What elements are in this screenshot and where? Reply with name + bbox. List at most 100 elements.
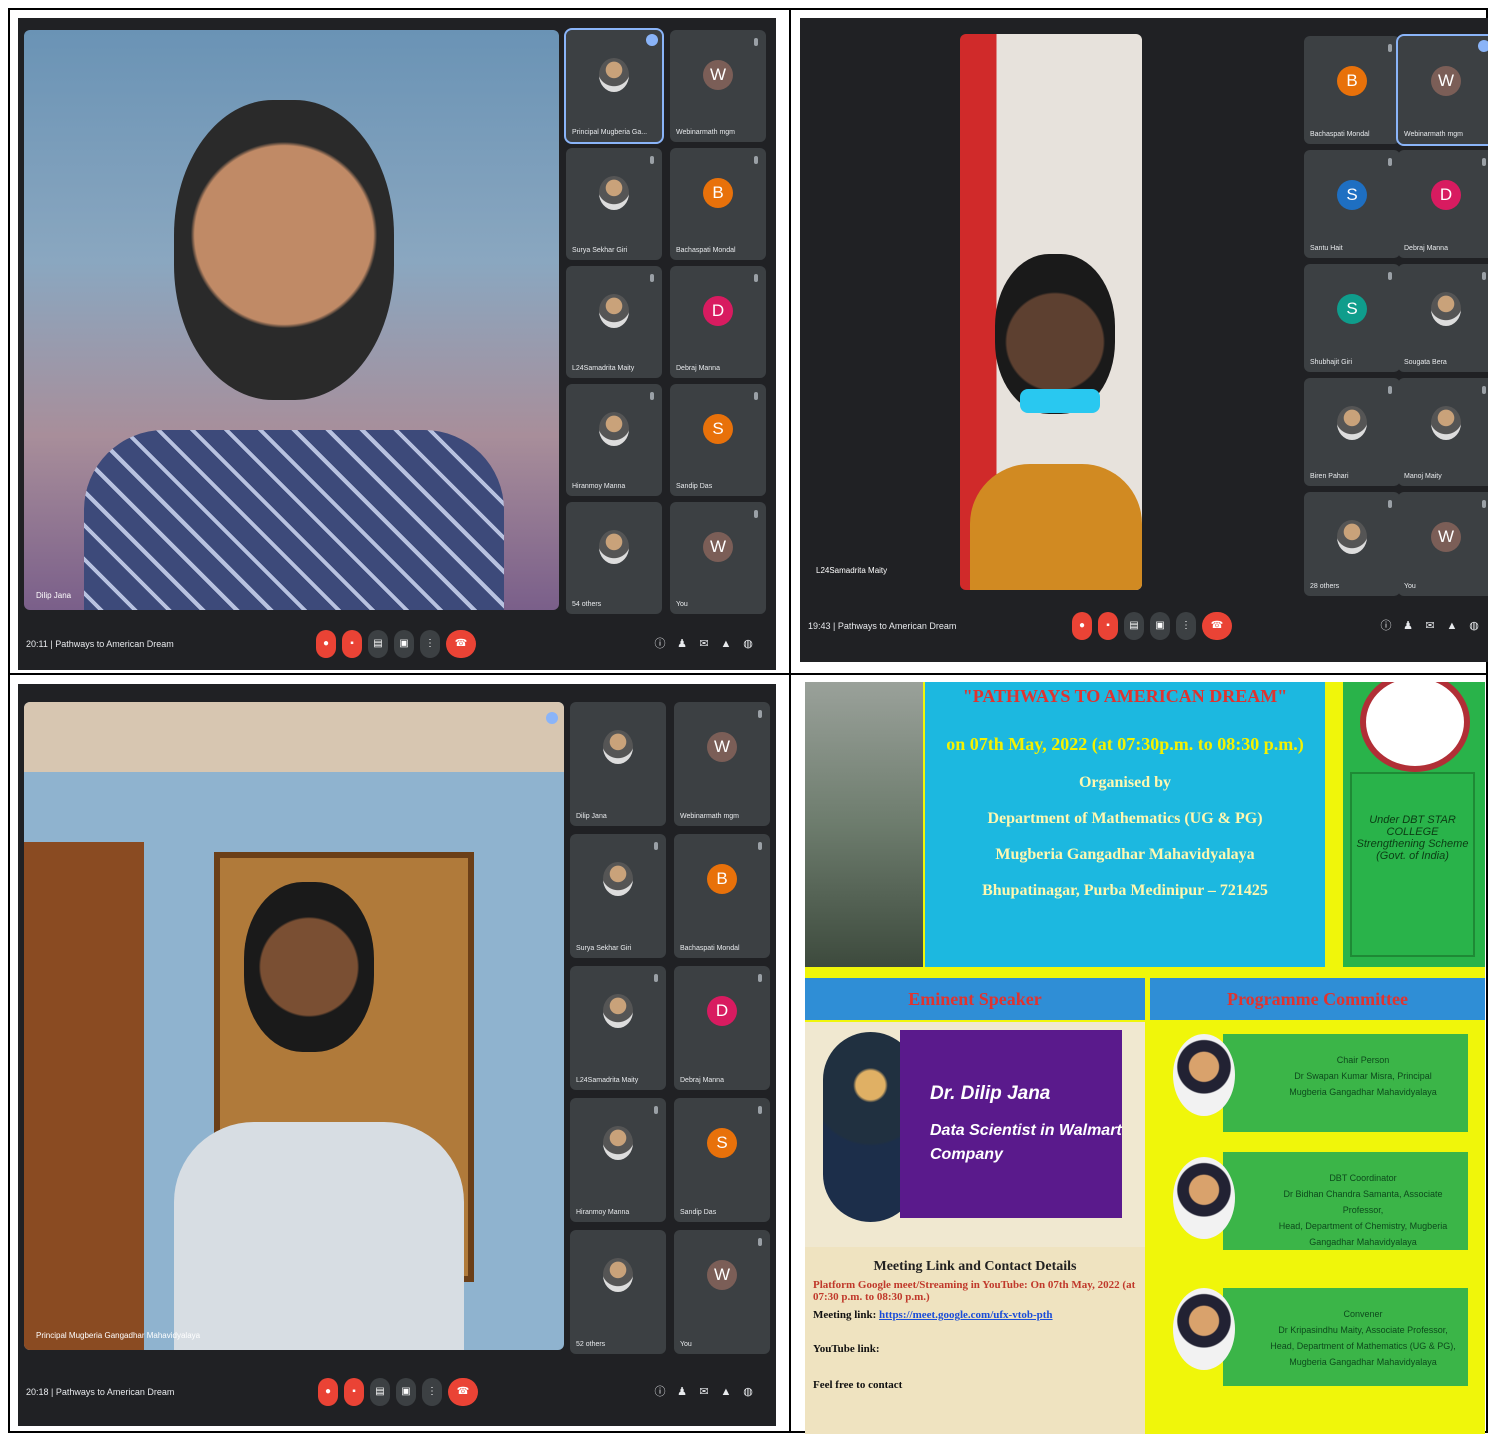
meeting-link-row: Meeting link: https://meet.google.com/uf…: [813, 1309, 1053, 1321]
captions-button[interactable]: ▤: [370, 1378, 390, 1406]
participant-tile[interactable]: W You: [670, 502, 766, 614]
platform-text: Platform Google meet/Streaming in YouTub…: [813, 1279, 1136, 1303]
call-controls: ● ▪ ▤ ▣ ⋮ ☎: [318, 1378, 478, 1406]
participant-photo: [1337, 406, 1367, 440]
mic-off-icon: [654, 1106, 658, 1114]
mic-off-icon: [758, 1238, 762, 1246]
meet-panel-top-right: L24Samadrita Maity B Bachaspati Mondal WW…: [800, 18, 1488, 662]
camera-toggle-button[interactable]: ▪: [342, 630, 362, 658]
participant-tile[interactable]: Surya Sekhar Giri: [570, 834, 666, 958]
participant-tile[interactable]: L24Samadrita Maity: [566, 266, 662, 378]
meeting-link[interactable]: https://meet.google.com/ufx-vtob-pth: [879, 1309, 1053, 1321]
participant-tile[interactable]: S Sandip Das: [670, 384, 766, 496]
main-speaker-video: Principal Mugberia Gangadhar Mahavidyala…: [24, 702, 564, 1350]
participant-avatar: W: [703, 532, 733, 562]
mic-off-icon: [1388, 158, 1392, 166]
mic-off-icon: [1388, 44, 1392, 52]
participant-tile[interactable]: S Shubhajit Giri: [1304, 264, 1400, 372]
participant-tile[interactable]: 54 others: [566, 502, 662, 614]
host-controls-icon[interactable]: ◍: [742, 637, 754, 651]
participant-tile[interactable]: Dilip Jana: [570, 702, 666, 826]
mic-toggle-button[interactable]: ●: [1072, 612, 1092, 640]
participant-tile[interactable]: Principal Mugberia Ga...: [564, 28, 664, 144]
activities-icon[interactable]: ▲: [720, 637, 732, 651]
participant-tile[interactable]: B Bachaspati Mondal: [670, 148, 766, 260]
participant-tile[interactable]: Manoj Maity: [1398, 378, 1488, 486]
participant-tile[interactable]: D Debraj Manna: [670, 266, 766, 378]
participant-tile[interactable]: Surya Sekhar Giri: [566, 148, 662, 260]
chat-icon[interactable]: ✉: [1424, 619, 1436, 633]
speaker-name: Dilip Jana: [36, 591, 72, 600]
speaker-name: Dr. Dilip Jana: [930, 1083, 1051, 1104]
pin-icon[interactable]: [646, 34, 658, 46]
activities-icon[interactable]: ▲: [1446, 619, 1458, 633]
participant-tile[interactable]: D Debraj Manna: [1398, 150, 1488, 258]
mic-toggle-button[interactable]: ●: [318, 1378, 338, 1406]
host-controls-icon[interactable]: ◍: [742, 1385, 754, 1399]
captions-button[interactable]: ▤: [368, 630, 388, 658]
meeting-time-title: 19:43 | Pathways to American Dream: [808, 621, 957, 631]
camera-toggle-button[interactable]: ▪: [1098, 612, 1118, 640]
people-icon[interactable]: ♟: [676, 637, 688, 651]
speaker-card: Dr. Dilip Jana Data Scientist in Walmart…: [900, 1030, 1122, 1218]
participant-photo: [599, 294, 629, 328]
more-options-button[interactable]: ⋮: [420, 630, 440, 658]
youtube-link-label: YouTube link:: [813, 1343, 880, 1355]
speaker-name: Principal Mugberia Gangadhar Mahavidyala…: [36, 1331, 201, 1340]
participant-tile[interactable]: 52 others: [570, 1230, 666, 1354]
participant-tile[interactable]: Hiranmoy Manna: [570, 1098, 666, 1222]
leave-call-button[interactable]: ☎: [446, 630, 476, 658]
participant-photo: [1431, 406, 1461, 440]
more-options-button[interactable]: ⋮: [1176, 612, 1196, 640]
info-icon[interactable]: ⓘ: [1380, 619, 1392, 633]
participant-tile[interactable]: S Santu Hait: [1304, 150, 1400, 258]
mic-off-icon: [650, 392, 654, 400]
participant-tile[interactable]: W Webinarmath mgm: [1396, 34, 1488, 146]
speaker-figure: [244, 882, 374, 1052]
mic-off-icon: [1482, 500, 1486, 508]
camera-toggle-button[interactable]: ▪: [344, 1378, 364, 1406]
participant-tile[interactable]: D Debraj Manna: [674, 966, 770, 1090]
people-icon[interactable]: ♟: [676, 1385, 688, 1399]
participant-tile[interactable]: S Sandip Das: [674, 1098, 770, 1222]
present-button[interactable]: ▣: [1150, 612, 1170, 640]
chat-icon[interactable]: ✉: [698, 637, 710, 651]
participant-avatar: W: [1431, 522, 1461, 552]
mic-off-icon: [754, 392, 758, 400]
people-icon[interactable]: ♟: [1402, 619, 1414, 633]
participant-tile[interactable]: B Bachaspati Mondal: [674, 834, 770, 958]
activities-icon[interactable]: ▲: [720, 1385, 732, 1399]
participant-tile[interactable]: Hiranmoy Manna: [566, 384, 662, 496]
speaker-figure: [174, 100, 394, 400]
present-button[interactable]: ▣: [396, 1378, 416, 1406]
more-icon[interactable]: [1478, 40, 1488, 52]
mic-toggle-button[interactable]: ●: [316, 630, 336, 658]
speaker-shirt: [174, 1122, 464, 1350]
participant-tile[interactable]: W Webinarmath mgm: [674, 702, 770, 826]
meet-panel-bottom-left: Principal Mugberia Gangadhar Mahavidyala…: [18, 684, 776, 1426]
participant-tile[interactable]: Sougata Bera: [1398, 264, 1488, 372]
leave-call-button[interactable]: ☎: [1202, 612, 1232, 640]
meet-control-bar: 20:18 | Pathways to American Dream ● ▪ ▤…: [18, 1362, 776, 1422]
participant-avatar: W: [707, 732, 737, 762]
participant-tile[interactable]: W You: [674, 1230, 770, 1354]
captions-button[interactable]: ▤: [1124, 612, 1144, 640]
pin-icon[interactable]: [546, 712, 558, 724]
host-controls-icon[interactable]: ◍: [1468, 619, 1480, 633]
participant-tile[interactable]: B Bachaspati Mondal: [1304, 36, 1400, 144]
participant-tile[interactable]: L24Samadrita Maity: [570, 966, 666, 1090]
info-icon[interactable]: ⓘ: [654, 1385, 666, 1399]
chat-icon[interactable]: ✉: [698, 1385, 710, 1399]
participant-tile[interactable]: Biren Pahari: [1304, 378, 1400, 486]
participant-tile[interactable]: W Webinarmath mgm: [670, 30, 766, 142]
present-button[interactable]: ▣: [394, 630, 414, 658]
college-address: Bhupatinagar, Purba Medinipur – 721425: [982, 882, 1268, 899]
grid-divider-vertical: [789, 8, 791, 1433]
info-icon[interactable]: ⓘ: [654, 637, 666, 651]
participant-tile[interactable]: W You: [1398, 492, 1488, 596]
participant-tile[interactable]: 28 others: [1304, 492, 1400, 596]
more-options-button[interactable]: ⋮: [422, 1378, 442, 1406]
meet-panel-top-left: Dilip Jana Principal Mugberia Ga... W Web…: [18, 18, 776, 670]
leave-call-button[interactable]: ☎: [448, 1378, 478, 1406]
mic-off-icon: [1482, 272, 1486, 280]
